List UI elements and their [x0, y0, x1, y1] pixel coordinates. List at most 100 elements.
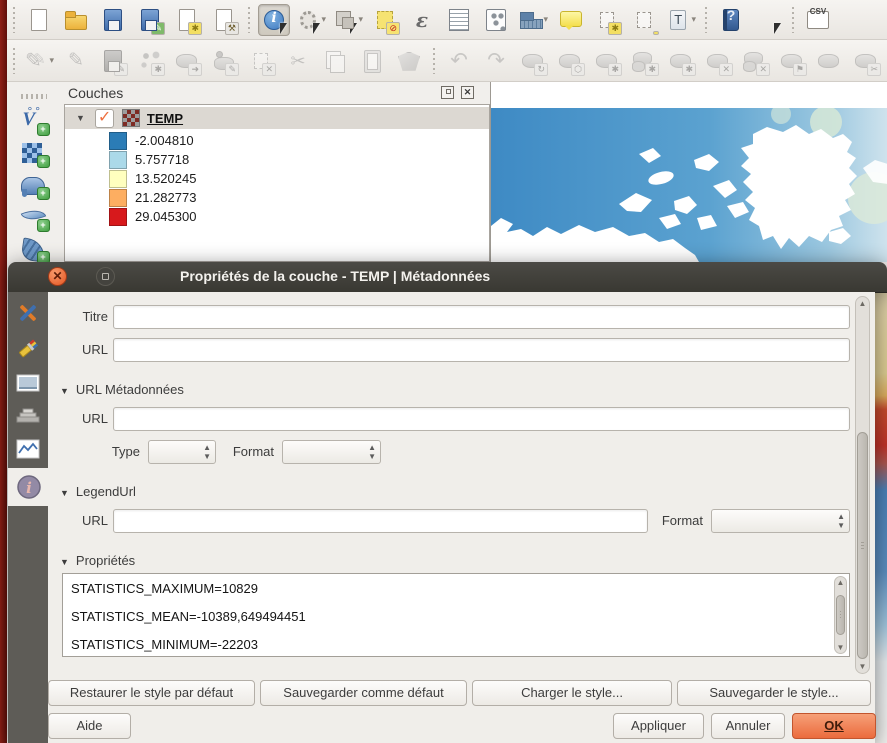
select-by-expression-button[interactable] — [406, 4, 438, 36]
toolbar-handle[interactable] — [21, 94, 47, 99]
dialog-titlebar[interactable]: ✕ Propriétés de la couche - TEMP | Métad… — [8, 262, 887, 293]
cancel-button[interactable]: Annuler — [711, 713, 785, 739]
metadata-url-input[interactable] — [113, 407, 850, 431]
legend-url-input[interactable] — [113, 509, 648, 533]
add-spatialite-layer-icon[interactable]: + — [19, 205, 49, 230]
open-attribute-table-button[interactable] — [443, 4, 475, 36]
save-project-as-button[interactable]: ✎ — [134, 4, 166, 36]
new-project-button[interactable] — [23, 4, 55, 36]
toggle-editing-button[interactable]: ▾ — [23, 45, 55, 77]
select-features-button[interactable]: ▾ — [332, 4, 364, 36]
save-project-button[interactable] — [97, 4, 129, 36]
property-item[interactable]: STATISTICS_MINIMUM=-22203 — [71, 637, 258, 652]
tab-style[interactable] — [8, 332, 48, 366]
offset-curve-button[interactable]: ⚑ — [776, 45, 808, 77]
tab-pyramids[interactable] — [8, 398, 48, 432]
reshape-features-button[interactable] — [393, 45, 425, 77]
toggle-editing-dropdown-icon[interactable]: ▾ — [49, 55, 54, 66]
redo-button[interactable] — [480, 45, 512, 77]
split-features-button[interactable] — [813, 45, 845, 77]
add-delimited-text-layer-button[interactable] — [802, 4, 834, 36]
toolbar-handle[interactable] — [430, 48, 438, 74]
open-project-button[interactable] — [60, 4, 92, 36]
run-feature-action-dropdown-icon[interactable]: ▾ — [321, 14, 326, 25]
legend-url-section-header[interactable]: ▼LegendUrl — [60, 484, 136, 499]
metadata-url-section-header[interactable]: ▼URL Métadonnées — [60, 382, 184, 397]
scroll-up-icon[interactable]: ▲ — [835, 578, 846, 587]
save-layer-edits-button[interactable]: ✎ — [97, 45, 129, 77]
text-annotation-dropdown-icon[interactable]: ▾ — [691, 14, 696, 25]
node-tool-button[interactable]: ✎ — [208, 45, 240, 77]
property-item[interactable]: STATISTICS_MEAN=-10389,649494451 — [71, 609, 306, 624]
simplify-feature-button[interactable]: ⬡ — [554, 45, 586, 77]
properties-scrollbar[interactable]: ▲ ▼ — [834, 576, 847, 654]
current-edits-button[interactable] — [60, 45, 92, 77]
titre-input[interactable] — [113, 305, 850, 329]
add-ring-button[interactable]: ✱ — [591, 45, 623, 77]
load-style-button[interactable]: Charger le style... — [472, 680, 672, 706]
move-annotation-button[interactable] — [628, 4, 660, 36]
cut-features-button[interactable] — [282, 45, 314, 77]
scrollbar-thumb[interactable] — [836, 595, 845, 635]
rotate-feature-button[interactable]: ↻ — [517, 45, 549, 77]
tab-metadata[interactable]: i — [8, 468, 50, 506]
composer-manager-button[interactable]: ⚒ — [208, 4, 240, 36]
toolbar-handle[interactable] — [789, 7, 797, 33]
url-input[interactable] — [113, 338, 850, 362]
layer-checkbox[interactable] — [95, 109, 114, 128]
property-item[interactable]: STATISTICS_MAXIMUM=10829 — [71, 581, 258, 596]
undo-button[interactable] — [443, 45, 475, 77]
add-postgis-layer-icon[interactable]: + — [19, 173, 49, 198]
identify-features-button[interactable] — [258, 4, 290, 36]
panel-float-icon[interactable] — [441, 86, 454, 99]
new-annotation-button[interactable]: ✱ — [591, 4, 623, 36]
split-parts-button[interactable]: ✂ — [850, 45, 882, 77]
delete-selected-button[interactable]: ✕ — [245, 45, 277, 77]
save-as-default-button[interactable]: Sauvegarder comme défaut — [260, 680, 467, 706]
whats-this-button[interactable] — [752, 4, 784, 36]
run-feature-action-button[interactable]: ▾ — [295, 4, 327, 36]
expand-arrow-icon[interactable]: ▼ — [76, 113, 85, 123]
save-style-button[interactable]: Sauvegarder le style... — [677, 680, 871, 706]
deselect-features-button[interactable]: ⊘ — [369, 4, 401, 36]
paste-features-button[interactable] — [356, 45, 388, 77]
select-features-dropdown-icon[interactable]: ▾ — [358, 14, 363, 25]
legend-format-combo[interactable]: ▲▼ — [711, 509, 850, 533]
properties-list[interactable]: STATISTICS_MAXIMUM=10829 STATISTICS_MEAN… — [62, 573, 850, 657]
add-mssql-layer-icon[interactable]: + — [19, 237, 49, 262]
toolbar-handle[interactable] — [702, 7, 710, 33]
scroll-down-icon[interactable]: ▼ — [835, 643, 846, 652]
toolbar-handle[interactable] — [10, 48, 18, 74]
tab-histogram[interactable] — [8, 432, 48, 466]
add-part-button[interactable]: ✱ — [628, 45, 660, 77]
measure-line-button[interactable]: ▾ — [517, 4, 549, 36]
properties-section-header[interactable]: ▼Propriétés — [60, 553, 135, 568]
ok-button[interactable]: OK — [792, 713, 876, 739]
field-calculator-button[interactable] — [480, 4, 512, 36]
restore-default-style-button[interactable]: Restaurer le style par défaut — [48, 680, 255, 706]
type-combo[interactable]: ▲▼ — [148, 440, 216, 464]
copy-features-button[interactable] — [319, 45, 351, 77]
layer-name[interactable]: TEMP — [147, 111, 183, 126]
new-print-composer-button[interactable]: ✱ — [171, 4, 203, 36]
dialog-scrollbar[interactable]: ▲ ▼ — [855, 296, 870, 674]
measure-line-dropdown-icon[interactable]: ▾ — [543, 14, 548, 25]
move-feature-button[interactable]: ➜ — [171, 45, 203, 77]
add-vector-layer-icon[interactable]: + — [19, 108, 49, 133]
add-feature-button[interactable]: ✱ — [134, 45, 166, 77]
add-raster-layer-icon[interactable]: + — [19, 141, 49, 166]
window-restore-icon[interactable] — [96, 267, 115, 286]
help-button[interactable]: Aide — [48, 713, 131, 739]
help-contents-button[interactable] — [715, 4, 747, 36]
toolbar-handle[interactable] — [10, 7, 18, 33]
apply-button[interactable]: Appliquer — [613, 713, 704, 739]
panel-close-icon[interactable]: ✕ — [461, 86, 474, 99]
format-combo[interactable]: ▲▼ — [282, 440, 381, 464]
layer-row-temp[interactable]: ▼ TEMP — [65, 107, 489, 129]
window-close-icon[interactable]: ✕ — [48, 267, 67, 286]
scrollbar-thumb[interactable] — [857, 432, 868, 659]
map-canvas[interactable] — [490, 82, 887, 262]
fill-ring-button[interactable]: ✱ — [665, 45, 697, 77]
tab-general[interactable] — [8, 296, 48, 330]
toolbar-handle[interactable] — [245, 7, 253, 33]
